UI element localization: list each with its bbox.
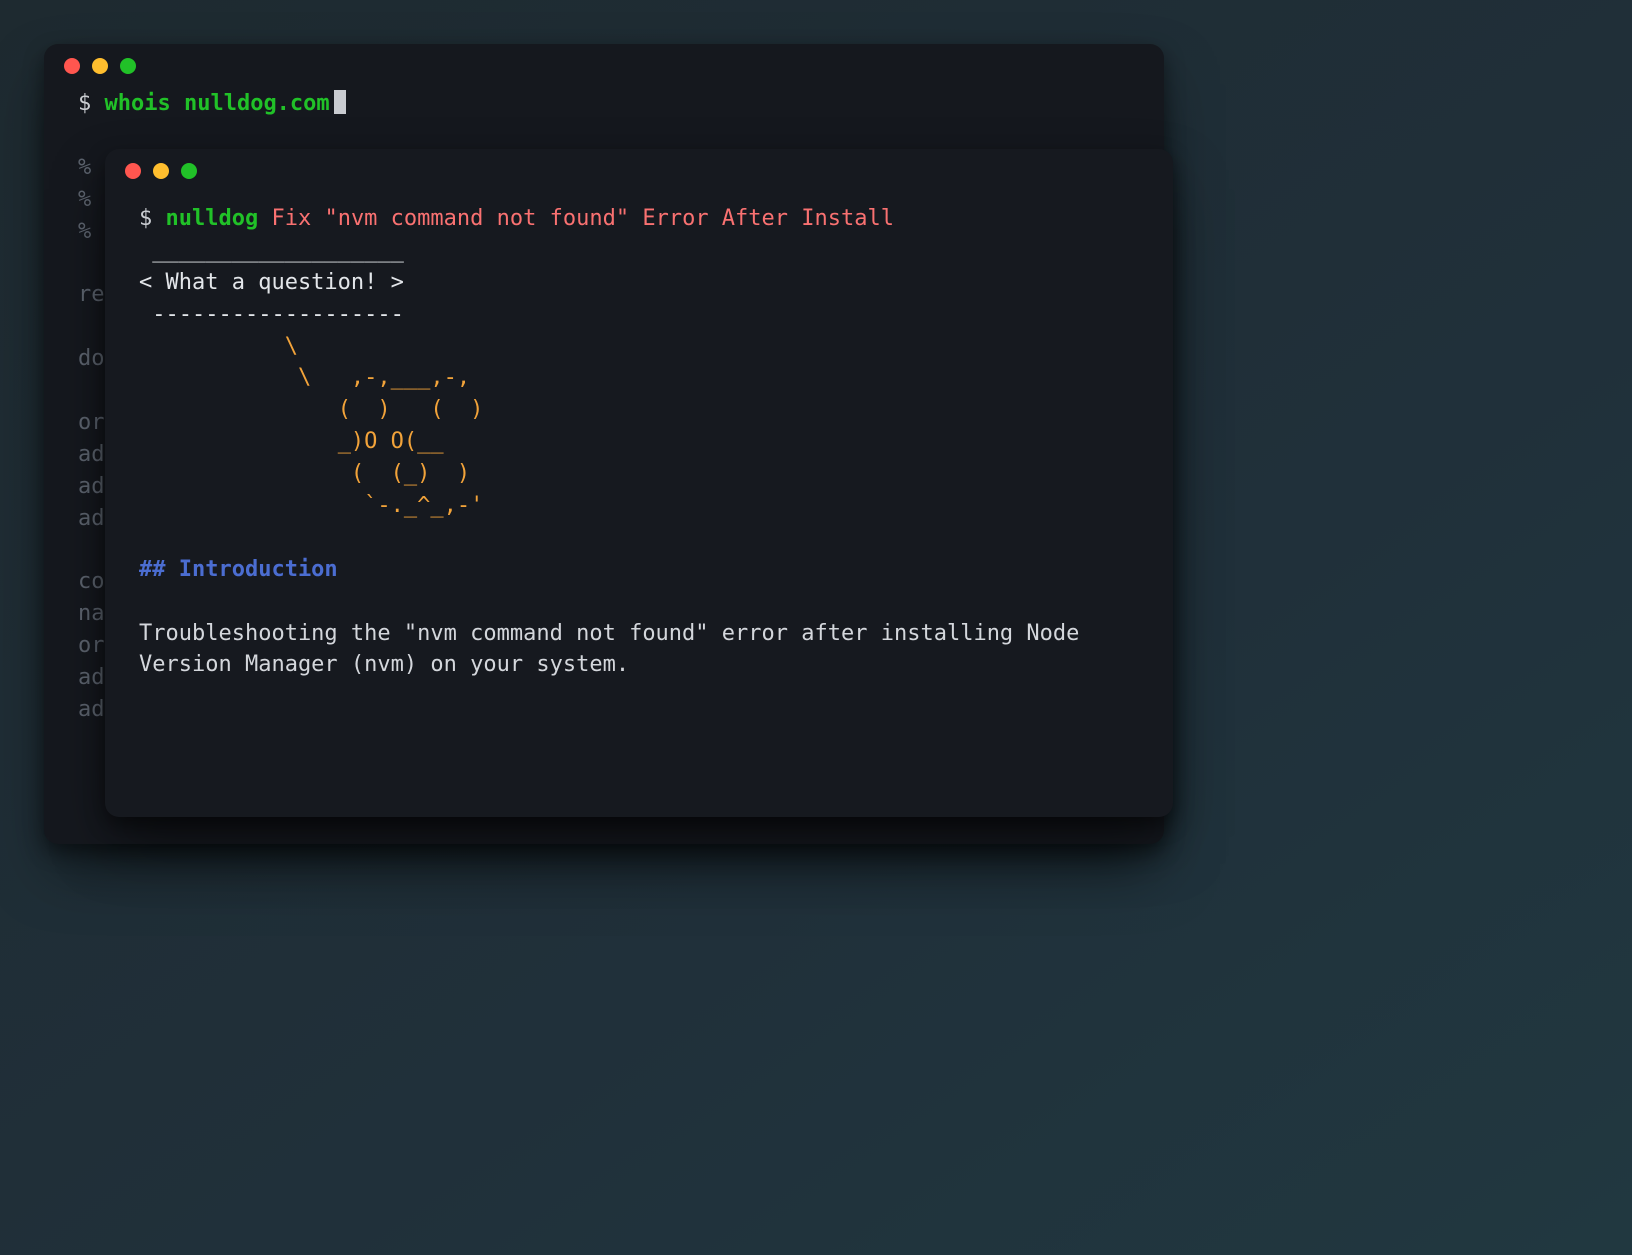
ascii-dog-icon: \: [139, 334, 298, 359]
ascii-dog-icon: ( (_) ): [139, 461, 470, 486]
speech-border-top: ___________________: [139, 238, 404, 263]
command-args: Fix "nvm command not found" Error After …: [271, 206, 894, 231]
ascii-dog-icon: \ ,-,___,-,: [139, 365, 470, 390]
body-text: Troubleshooting the "nvm command not fou…: [139, 621, 1093, 678]
prompt-symbol: $: [78, 91, 91, 116]
command-text: whois nulldog.com: [105, 91, 330, 116]
speech-text: < What a question! >: [139, 270, 404, 295]
close-icon[interactable]: [64, 58, 80, 74]
prompt-symbol: $: [139, 206, 152, 231]
close-icon[interactable]: [125, 163, 141, 179]
terminal-window-front: $ nulldog Fix "nvm command not found" Er…: [105, 149, 1173, 817]
command-word: nulldog: [166, 206, 259, 231]
titlebar-back[interactable]: [44, 44, 1164, 88]
section-heading: ## Introduction: [139, 557, 338, 582]
ascii-dog-icon: ( ) ( ): [139, 397, 483, 422]
titlebar-front[interactable]: [105, 149, 1173, 193]
minimize-icon[interactable]: [153, 163, 169, 179]
maximize-icon[interactable]: [120, 58, 136, 74]
terminal-output-front: $ nulldog Fix "nvm command not found" Er…: [105, 193, 1173, 707]
ascii-dog-icon: _)O O(__: [139, 429, 444, 454]
ascii-dog-icon: `-._^_,-': [139, 493, 483, 518]
speech-border-bottom: -------------------: [139, 302, 404, 327]
cursor-icon: [334, 90, 346, 114]
maximize-icon[interactable]: [181, 163, 197, 179]
minimize-icon[interactable]: [92, 58, 108, 74]
